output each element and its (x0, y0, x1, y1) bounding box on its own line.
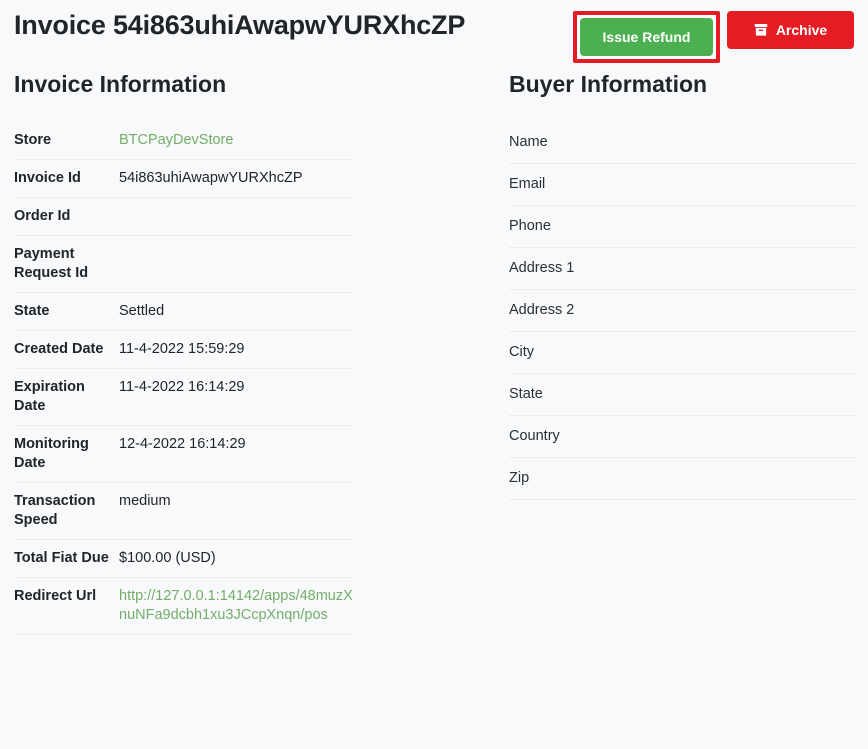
row-value[interactable]: http://127.0.0.1:14142/apps/48muzXnuNFa9… (119, 578, 354, 635)
table-row: StateSettled (14, 293, 354, 331)
table-row: City (509, 332, 856, 374)
table-row: Expiration Date11-4-2022 16:14:29 (14, 369, 354, 426)
row-label: State (509, 374, 669, 416)
row-value (119, 236, 354, 293)
row-label: Transaction Speed (14, 483, 119, 540)
row-label: Country (509, 416, 669, 458)
row-label: Created Date (14, 331, 119, 369)
table-row: Zip (509, 458, 856, 500)
row-value: Settled (119, 293, 354, 331)
row-value (119, 198, 354, 236)
issue-refund-focus-ring: Issue Refund (573, 11, 720, 63)
row-label: Name (509, 122, 669, 164)
table-row: Redirect Urlhttp://127.0.0.1:14142/apps/… (14, 578, 354, 635)
archive-button[interactable]: Archive (727, 11, 854, 49)
page-header: Invoice 54i863uhiAwapwYURXhcZP Issue Ref… (14, 0, 854, 56)
row-label: Expiration Date (14, 369, 119, 426)
table-row: Address 1 (509, 248, 856, 290)
row-label: Address 2 (509, 290, 669, 332)
row-value (669, 122, 856, 164)
row-value (669, 206, 856, 248)
invoice-information-section: Invoice Information StoreBTCPayDevStoreI… (14, 70, 354, 635)
table-row: Email (509, 164, 856, 206)
content-columns: Invoice Information StoreBTCPayDevStoreI… (14, 70, 854, 635)
row-value (669, 416, 856, 458)
column-spacer (354, 70, 509, 635)
table-row: Created Date11-4-2022 15:59:29 (14, 331, 354, 369)
row-value (669, 164, 856, 206)
invoice-details-page: Invoice 54i863uhiAwapwYURXhcZP Issue Ref… (0, 0, 868, 749)
table-row: Total Fiat Due$100.00 (USD) (14, 540, 354, 578)
table-row: Transaction Speedmedium (14, 483, 354, 540)
table-row: Phone (509, 206, 856, 248)
buyer-information-heading: Buyer Information (509, 70, 856, 98)
table-row: Invoice Id54i863uhiAwapwYURXhcZP (14, 160, 354, 198)
row-value[interactable]: BTCPayDevStore (119, 122, 354, 160)
row-label: City (509, 332, 669, 374)
row-value-link[interactable]: BTCPayDevStore (119, 132, 233, 148)
row-value-link[interactable]: http://127.0.0.1:14142/apps/48muzXnuNFa9… (119, 588, 353, 623)
row-label: Zip (509, 458, 669, 500)
row-value: 11-4-2022 16:14:29 (119, 369, 354, 426)
row-value (669, 290, 856, 332)
table-row: Name (509, 122, 856, 164)
row-label: Order Id (14, 198, 119, 236)
row-label: Redirect Url (14, 578, 119, 635)
row-value: 11-4-2022 15:59:29 (119, 331, 354, 369)
archive-button-label: Archive (776, 22, 827, 38)
issue-refund-button[interactable]: Issue Refund (580, 18, 713, 56)
row-label: Total Fiat Due (14, 540, 119, 578)
row-value: 54i863uhiAwapwYURXhcZP (119, 160, 354, 198)
row-label: Email (509, 164, 669, 206)
page-title: Invoice 54i863uhiAwapwYURXhcZP (14, 8, 465, 42)
buyer-information-section: Buyer Information NameEmailPhoneAddress … (509, 70, 856, 635)
row-value: 12-4-2022 16:14:29 (119, 426, 354, 483)
row-value: $100.00 (USD) (119, 540, 354, 578)
invoice-information-table: StoreBTCPayDevStoreInvoice Id54i863uhiAw… (14, 122, 354, 635)
table-row: StoreBTCPayDevStore (14, 122, 354, 160)
row-value (669, 458, 856, 500)
row-value: medium (119, 483, 354, 540)
header-action-buttons: Issue Refund Archive (573, 8, 854, 63)
table-row: Order Id (14, 198, 354, 236)
row-value (669, 248, 856, 290)
archive-box-icon (754, 23, 768, 37)
table-row: Monitoring Date12-4-2022 16:14:29 (14, 426, 354, 483)
table-row: Address 2 (509, 290, 856, 332)
table-row: Payment Request Id (14, 236, 354, 293)
row-label: Invoice Id (14, 160, 119, 198)
row-value (669, 332, 856, 374)
invoice-information-heading: Invoice Information (14, 70, 354, 98)
row-label: State (14, 293, 119, 331)
invoice-information-rows: StoreBTCPayDevStoreInvoice Id54i863uhiAw… (14, 122, 354, 635)
row-value (669, 374, 856, 416)
buyer-information-rows: NameEmailPhoneAddress 1Address 2CityStat… (509, 122, 856, 500)
row-label: Phone (509, 206, 669, 248)
table-row: State (509, 374, 856, 416)
row-label: Address 1 (509, 248, 669, 290)
row-label: Payment Request Id (14, 236, 119, 293)
row-label: Store (14, 122, 119, 160)
table-row: Country (509, 416, 856, 458)
row-label: Monitoring Date (14, 426, 119, 483)
buyer-information-table: NameEmailPhoneAddress 1Address 2CityStat… (509, 122, 856, 500)
